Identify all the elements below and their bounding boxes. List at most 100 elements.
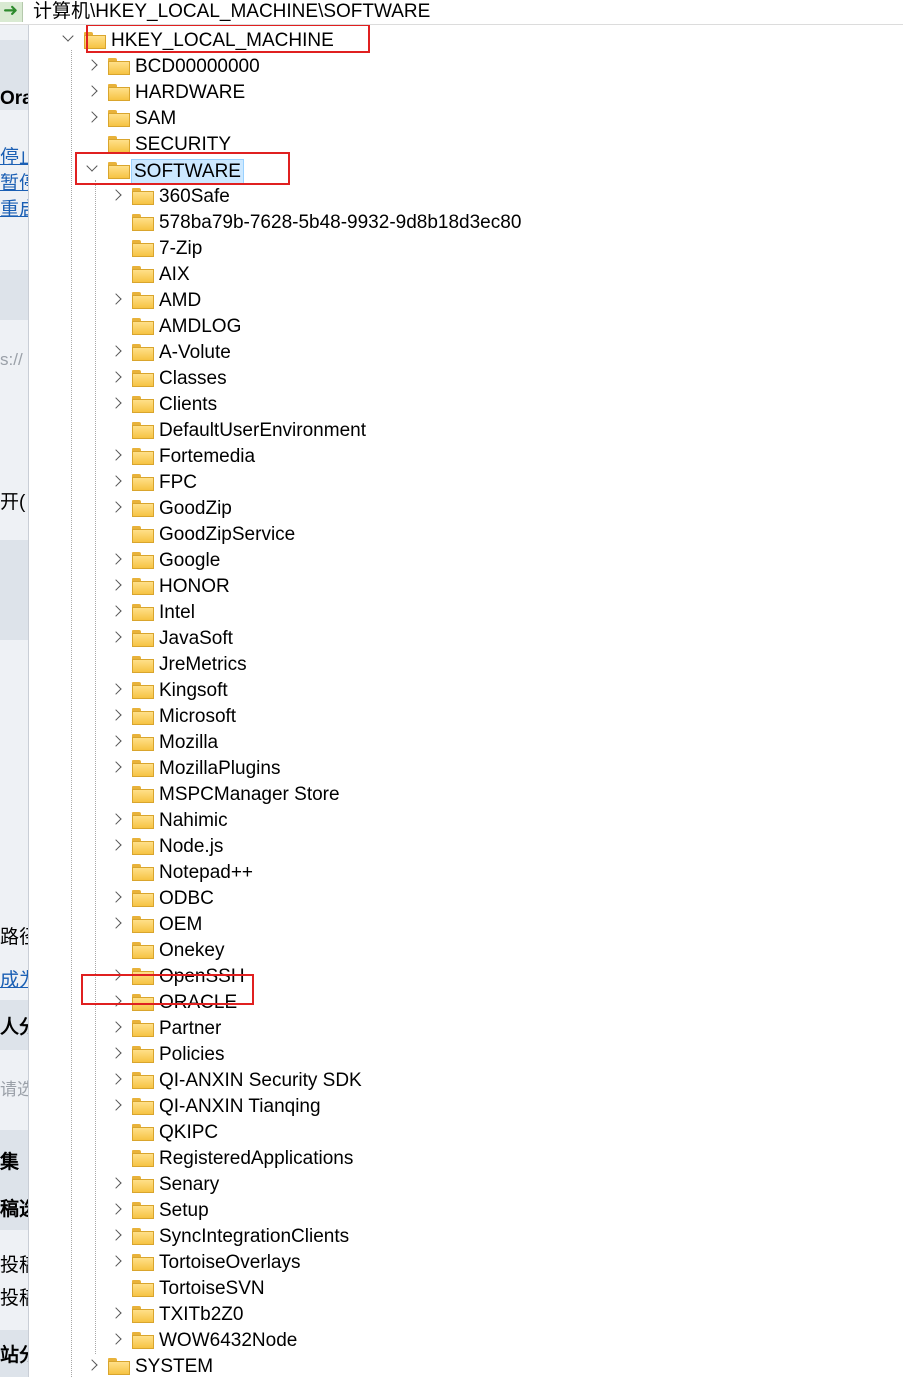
tree-node-onekey[interactable]: Onekey [0,938,903,964]
chevron-right-icon[interactable] [110,1255,122,1267]
tree-node-defaultuserenvironment[interactable]: DefaultUserEnvironment [0,418,903,444]
tree-node-oem[interactable]: OEM [0,912,903,938]
chevron-right-icon[interactable] [86,85,98,97]
chevron-right-icon[interactable] [110,501,122,513]
tree-node-registeredapplications[interactable]: RegisteredApplications [0,1146,903,1172]
tree-node-mspcmanager-store[interactable]: MSPCManager Store [0,782,903,808]
tree-node-intel[interactable]: Intel [0,600,903,626]
tree-node-hardware[interactable]: HARDWARE [0,80,903,106]
tree-node-label: Partner [159,1018,222,1039]
tree-node-label: Classes [159,368,227,389]
chevron-right-icon[interactable] [110,189,122,201]
chevron-right-icon[interactable] [110,1307,122,1319]
chevron-right-icon[interactable] [110,735,122,747]
tree-node-honor[interactable]: HONOR [0,574,903,600]
tree-node-policies[interactable]: Policies [0,1042,903,1068]
tree-node-odbc[interactable]: ODBC [0,886,903,912]
tree-node-jremetrics[interactable]: JreMetrics [0,652,903,678]
chevron-right-icon[interactable] [110,1073,122,1085]
chevron-right-icon[interactable] [110,371,122,383]
chevron-right-icon[interactable] [110,579,122,591]
tree-node-label: Fortemedia [159,446,256,467]
tree-node-notepad-[interactable]: Notepad++ [0,860,903,886]
tree-node-label: Clients [159,394,218,415]
chevron-right-icon[interactable] [110,709,122,721]
tree-node-classes[interactable]: Classes [0,366,903,392]
tree-node-7-zip[interactable]: 7-Zip [0,236,903,262]
tree-node-tortoiseoverlays[interactable]: TortoiseOverlays [0,1250,903,1276]
folder-icon [132,1176,154,1193]
tree-node-a-volute[interactable]: A-Volute [0,340,903,366]
chevron-right-icon[interactable] [86,111,98,123]
tree-node-node-js[interactable]: Node.js [0,834,903,860]
tree-node-kingsoft[interactable]: Kingsoft [0,678,903,704]
tree-node-syncintegrationclients[interactable]: SyncIntegrationClients [0,1224,903,1250]
chevron-right-icon[interactable] [110,1047,122,1059]
chevron-right-icon[interactable] [110,1229,122,1241]
tree-node-wow6432node[interactable]: WOW6432Node [0,1328,903,1354]
tree-node-senary[interactable]: Senary [0,1172,903,1198]
chevron-right-icon[interactable] [110,1333,122,1345]
folder-icon [132,214,154,231]
chevron-right-icon[interactable] [110,683,122,695]
tree-guide-line [71,50,72,1377]
tree-node-qi-anxin-security-sdk[interactable]: QI-ANXIN Security SDK [0,1068,903,1094]
chevron-right-icon[interactable] [110,631,122,643]
folder-icon [108,136,130,153]
chevron-right-icon[interactable] [110,1099,122,1111]
chevron-right-icon[interactable] [86,59,98,71]
folder-icon [132,552,154,569]
chevron-right-icon[interactable] [110,553,122,565]
tree-node-label: Notepad++ [159,862,254,883]
chevron-right-icon[interactable] [86,1359,98,1371]
tree-node-578ba79b-7628-5b48-9932-9d8b18d3ec80[interactable]: 578ba79b-7628-5b48-9932-9d8b18d3ec80 [0,210,903,236]
tree-node-system[interactable]: SYSTEM [0,1354,903,1380]
chevron-right-icon[interactable] [110,1203,122,1215]
tree-node-amd[interactable]: AMD [0,288,903,314]
tree-node-txitb2z0[interactable]: TXITb2Z0 [0,1302,903,1328]
tree-node-qi-anxin-tianqing[interactable]: QI-ANXIN Tianqing [0,1094,903,1120]
chevron-right-icon[interactable] [110,761,122,773]
chevron-right-icon[interactable] [110,397,122,409]
tree-node-clients[interactable]: Clients [0,392,903,418]
tree-node-google[interactable]: Google [0,548,903,574]
folder-icon [108,58,130,75]
chevron-right-icon[interactable] [110,839,122,851]
chevron-right-icon[interactable] [110,1177,122,1189]
tree-node-nahimic[interactable]: Nahimic [0,808,903,834]
tree-node-label: SAM [135,108,177,129]
tree-node-label: Onekey [159,940,225,961]
chevron-right-icon[interactable] [110,917,122,929]
tree-node-bcd00000000[interactable]: BCD00000000 [0,54,903,80]
chevron-right-icon[interactable] [110,605,122,617]
chevron-right-icon[interactable] [110,1021,122,1033]
chevron-right-icon[interactable] [110,475,122,487]
chevron-right-icon[interactable] [110,293,122,305]
tree-node-fpc[interactable]: FPC [0,470,903,496]
tree-node-javasoft[interactable]: JavaSoft [0,626,903,652]
chevron-right-icon[interactable] [110,891,122,903]
address-bar[interactable]: ➜ 计算机\HKEY_LOCAL_MACHINE\SOFTWARE [0,0,903,25]
folder-icon [132,760,154,777]
chevron-right-icon[interactable] [110,813,122,825]
tree-node-qkipc[interactable]: QKIPC [0,1120,903,1146]
tree-node-fortemedia[interactable]: Fortemedia [0,444,903,470]
chevron-down-icon[interactable] [62,30,74,42]
tree-node-microsoft[interactable]: Microsoft [0,704,903,730]
tree-node-tortoisesvn[interactable]: TortoiseSVN [0,1276,903,1302]
folder-icon [132,682,154,699]
chevron-right-icon[interactable] [110,449,122,461]
tree-node-goodzipservice[interactable]: GoodZipService [0,522,903,548]
tree-node-aix[interactable]: AIX [0,262,903,288]
tree-node-sam[interactable]: SAM [0,106,903,132]
tree-node-goodzip[interactable]: GoodZip [0,496,903,522]
chevron-right-icon[interactable] [110,345,122,357]
tree-node-mozillaplugins[interactable]: MozillaPlugins [0,756,903,782]
tree-node-amdlog[interactable]: AMDLOG [0,314,903,340]
folder-icon [132,344,154,361]
tree-node-mozilla[interactable]: Mozilla [0,730,903,756]
red-highlight-box [75,152,290,185]
tree-node-setup[interactable]: Setup [0,1198,903,1224]
tree-node-360safe[interactable]: 360Safe [0,184,903,210]
tree-node-partner[interactable]: Partner [0,1016,903,1042]
